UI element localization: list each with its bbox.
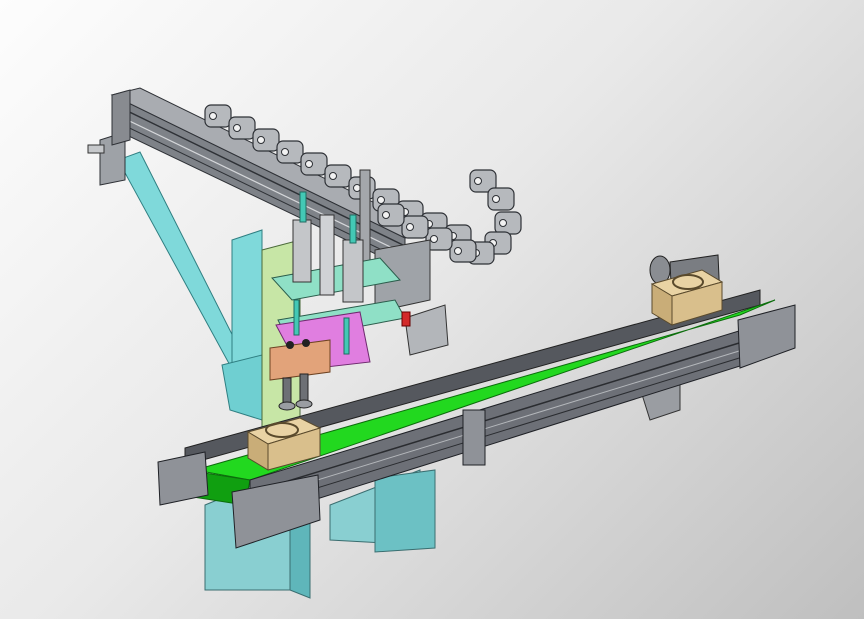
chain-pin: [492, 195, 500, 203]
chain-pin: [382, 211, 390, 219]
chain-link: [300, 152, 328, 176]
rod-right: [349, 214, 357, 244]
machine-model: [87, 87, 796, 599]
cylinder-right: [342, 239, 364, 303]
chain-pin: [377, 196, 385, 204]
end-plate-left-rear: [157, 451, 209, 506]
frame-foot: [221, 354, 263, 421]
chain-link: [449, 239, 477, 263]
chain-pin: [257, 136, 265, 144]
chain-pin: [499, 219, 507, 227]
cylinder-left: [292, 219, 312, 283]
frame-diagonal: [117, 151, 251, 381]
right-leg-side: [374, 469, 436, 553]
sensor-stub: [87, 144, 105, 154]
cylinder-mid: [319, 214, 335, 296]
cad-viewport[interactable]: [0, 0, 864, 619]
chain-pin: [430, 235, 438, 243]
chain-pin: [233, 124, 241, 132]
guide-rod-right: [343, 317, 350, 355]
chain-link: [487, 187, 515, 211]
chain-pin: [209, 112, 217, 120]
chain-link: [204, 104, 232, 128]
chain-pin: [329, 172, 337, 180]
chain-link: [276, 140, 304, 164]
chain-link: [401, 215, 429, 239]
guide-rod-left: [293, 299, 300, 336]
chain-pin: [406, 223, 414, 231]
chain-pin: [305, 160, 313, 168]
chain-pin: [353, 184, 361, 192]
chain-link: [324, 164, 352, 188]
chain-link: [377, 203, 405, 227]
chain-link: [494, 211, 522, 235]
chain-pin: [474, 177, 482, 185]
red-connector: [401, 311, 411, 327]
chain-link: [228, 116, 256, 140]
side-valve: [404, 304, 449, 356]
mid-bracket: [462, 409, 486, 466]
rod-left: [299, 191, 307, 223]
chain-link: [252, 128, 280, 152]
chain-pin: [281, 148, 289, 156]
rail-end-block: [111, 89, 131, 146]
end-plate-right: [737, 304, 796, 369]
chain-pin: [454, 247, 462, 255]
